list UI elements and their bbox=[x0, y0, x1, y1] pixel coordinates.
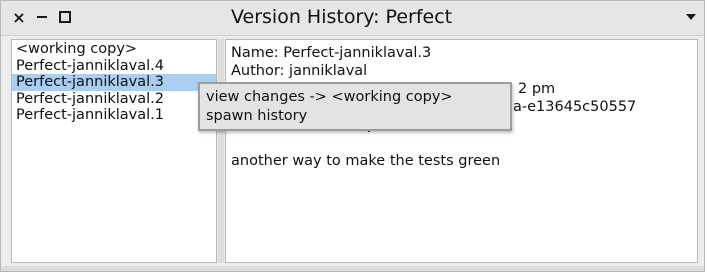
maximize-icon bbox=[59, 11, 71, 23]
version-item-3-selected[interactable]: Perfect-janniklaval.3 bbox=[12, 74, 216, 91]
version-details-pane: Name: Perfect-janniklaval.3 Author: jann… bbox=[225, 39, 698, 263]
version-context-menu[interactable]: view changes -> <working copy> spawn his… bbox=[198, 82, 512, 131]
pane-splitter[interactable] bbox=[218, 39, 224, 263]
maximize-window-button[interactable] bbox=[56, 8, 74, 26]
close-window-button[interactable]: × bbox=[10, 7, 28, 27]
bottom-border bbox=[1, 266, 704, 271]
detail-spacer bbox=[231, 134, 697, 152]
menu-item-spawn-history[interactable]: spawn history bbox=[200, 107, 510, 126]
version-item-1[interactable]: Perfect-janniklaval.1 bbox=[12, 107, 216, 124]
window-menu-arrow-icon[interactable] bbox=[686, 14, 696, 20]
detail-author: Author: janniklaval bbox=[231, 63, 368, 79]
window-title: Version History: Perfect bbox=[231, 6, 453, 28]
detail-message: another way to make the tests green bbox=[231, 153, 501, 169]
minimize-icon bbox=[37, 16, 47, 18]
version-item-2[interactable]: Perfect-janniklaval.2 bbox=[12, 91, 216, 108]
version-item-working-copy[interactable]: <working copy> bbox=[12, 41, 216, 58]
title-bar[interactable]: × Version History: Perfect bbox=[1, 1, 704, 36]
version-history-window: × Version History: Perfect <working copy… bbox=[0, 0, 705, 272]
close-icon: × bbox=[12, 7, 26, 27]
version-item-4[interactable]: Perfect-janniklaval.4 bbox=[12, 58, 216, 75]
version-list[interactable]: <working copy> Perfect-janniklaval.4 Per… bbox=[11, 39, 217, 263]
detail-name: Name: Perfect-janniklaval.3 bbox=[231, 45, 432, 61]
menu-item-view-changes[interactable]: view changes -> <working copy> bbox=[200, 88, 510, 107]
minimize-window-button[interactable] bbox=[33, 8, 51, 26]
